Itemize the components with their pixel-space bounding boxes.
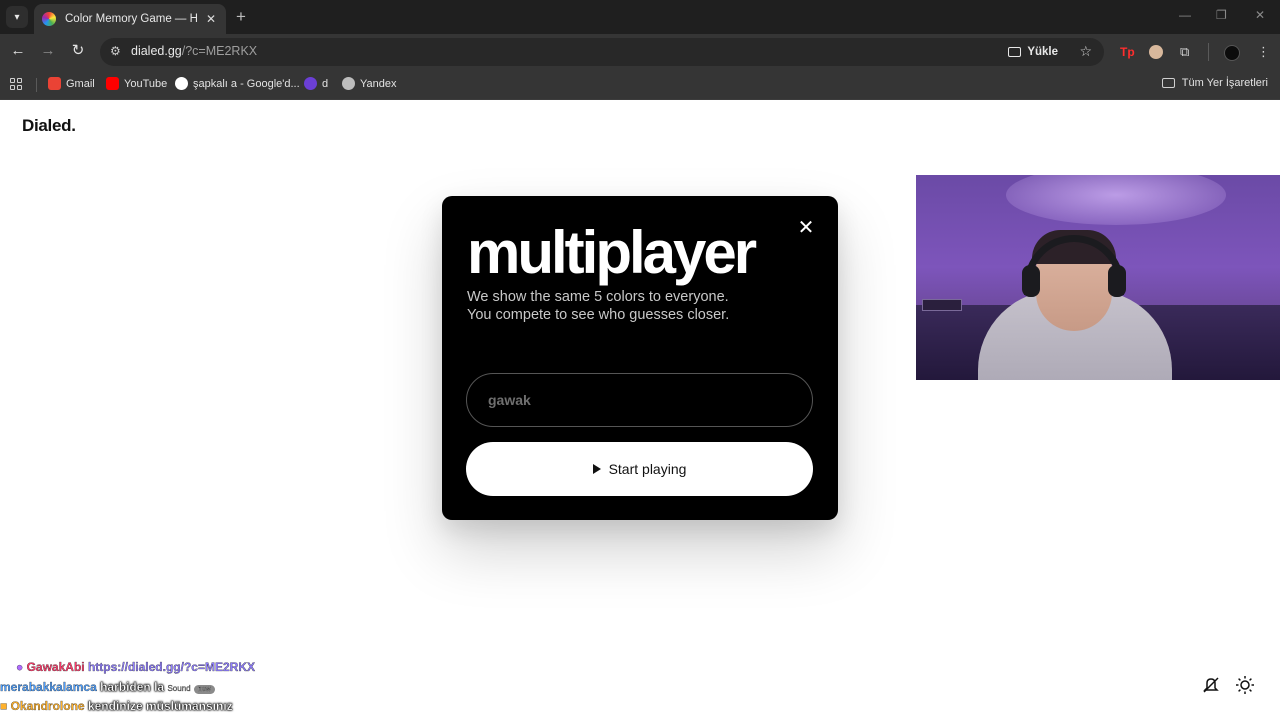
mute-notifications-icon[interactable] [1201, 675, 1221, 695]
browser-toolbar: ← → ↻ ⚙ dialed.gg/?c=ME2RKX Yükle ☆ [0, 34, 1280, 70]
bookmarks-divider [36, 78, 37, 92]
bookmark-yandex[interactable]: Yandex [342, 77, 397, 90]
d-site-icon [304, 77, 317, 90]
player-name-input[interactable] [466, 373, 813, 427]
chat-message: merabakkalamca harbiden la Sound new [0, 680, 215, 694]
play-icon [592, 464, 601, 474]
extensions-puzzle-icon[interactable]: ⧉ [1180, 44, 1189, 60]
bookmark-youtube[interactable]: YouTube [106, 77, 167, 90]
chat-username: Okandrolone [10, 699, 85, 713]
install-app-button[interactable]: Yükle [1008, 43, 1058, 61]
globe-icon [342, 77, 355, 90]
site-favicon-icon [42, 12, 56, 26]
modal-title: multiplayer [467, 219, 757, 286]
new-badge: new [193, 685, 215, 694]
bookmark-gmail[interactable]: Gmail [48, 77, 95, 90]
apps-grid-icon[interactable] [10, 78, 22, 90]
description-line-1: We show the same 5 colors to everyone. [467, 289, 729, 305]
bookmark-star-icon[interactable]: ☆ [1079, 43, 1092, 60]
extension-tp-icon[interactable]: Tp [1120, 44, 1135, 60]
bookmark-d[interactable]: d [304, 77, 328, 90]
chat-text: harbiden la [100, 680, 165, 694]
start-playing-label: Start playing [608, 461, 687, 477]
toolbar-divider [1208, 43, 1209, 61]
url-text[interactable]: dialed.gg/?c=ME2RKX [131, 44, 257, 58]
new-tab-plus-icon[interactable]: + [236, 8, 246, 26]
chat-text: kendinize müslümansınız [87, 699, 233, 713]
minimize-icon[interactable]: — [1179, 8, 1191, 22]
back-arrow-icon[interactable]: ← [8, 42, 28, 60]
site-logo[interactable]: Dialed. [22, 116, 76, 136]
bookmarks-bar: Gmail YouTube şapkalı a - Google'd... d … [0, 70, 1280, 100]
chat-username: merabakkalamca [0, 680, 97, 694]
gmail-icon [48, 77, 61, 90]
start-playing-button[interactable]: Start playing [466, 442, 813, 496]
tab-title: Color Memory Game — How W [65, 13, 198, 25]
tab-search-chevron-icon[interactable]: ▾ [6, 6, 28, 28]
google-icon [175, 77, 188, 90]
reload-icon[interactable]: ↻ [68, 42, 88, 60]
modal-description: We show the same 5 colors to everyone. Y… [467, 288, 797, 324]
chat-extra: Sound [167, 684, 191, 693]
profile-avatar[interactable] [1224, 45, 1240, 61]
theme-toggle-sun-icon[interactable] [1235, 675, 1255, 695]
youtube-icon [106, 77, 119, 90]
description-line-2: You compete to see who guesses closer. [467, 307, 730, 323]
browser-tab-bar: ▾ Color Memory Game — How W ✕ + — ❐ ✕ [0, 0, 1280, 34]
install-icon [1008, 47, 1022, 57]
window-close-icon[interactable]: ✕ [1255, 8, 1265, 22]
all-bookmarks-folder[interactable]: Tüm Yer İşaretleri [1161, 77, 1268, 89]
close-icon[interactable]: ✕ [796, 218, 816, 238]
site-info-icon[interactable]: ⚙ [110, 44, 121, 58]
tab-close-icon[interactable]: ✕ [204, 12, 218, 26]
bookmark-google-search[interactable]: şapkalı a - Google'd... [175, 77, 300, 90]
chat-message: ● GawakAbi https://dialed.gg/?c=ME2RKX [16, 660, 255, 674]
browser-tab[interactable]: Color Memory Game — How W ✕ [34, 4, 226, 34]
stream-chat-overlay: ● GawakAbi https://dialed.gg/?c=ME2RKX m… [0, 658, 340, 718]
multiplayer-modal: ✕ multiplayer We show the same 5 colors … [442, 196, 838, 520]
chat-username: GawakAbi [26, 660, 85, 674]
webcam-overlay [916, 175, 1280, 380]
restore-icon[interactable]: ❐ [1216, 8, 1227, 22]
browser-menu-icon[interactable]: ⋮ [1257, 44, 1270, 60]
forward-arrow-icon[interactable]: → [38, 42, 58, 60]
chat-message: ■ Okandrolone kendinize müslümansınız [0, 699, 233, 713]
chat-text: https://dialed.gg/?c=ME2RKX [87, 660, 255, 674]
folder-icon [1161, 78, 1175, 88]
address-bar[interactable]: ⚙ dialed.gg/?c=ME2RKX Yükle ☆ [100, 38, 1104, 66]
extension-avatar-icon[interactable] [1149, 45, 1163, 59]
